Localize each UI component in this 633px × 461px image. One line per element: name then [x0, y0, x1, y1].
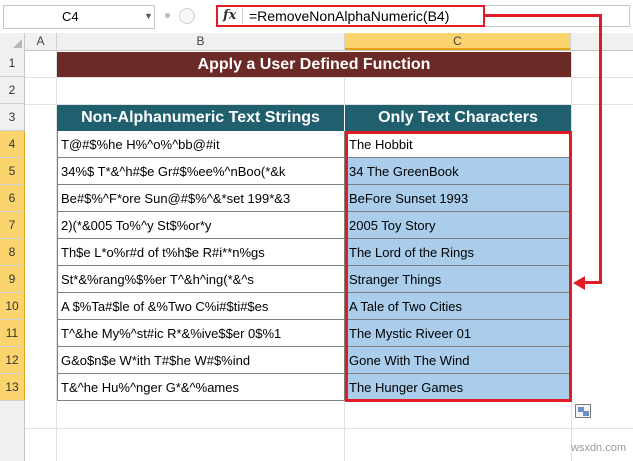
input-cell[interactable]: 2)(*&005 To%^y St$%or*y [57, 212, 345, 239]
input-cell[interactable]: T&^he Hu%^nger G*&^%ames [57, 374, 345, 401]
arrow-head-icon [573, 276, 585, 290]
input-cell[interactable]: T@#$%he H%^o%^bb@#it [57, 131, 345, 158]
row-header-12[interactable]: 12 [0, 347, 25, 374]
column-header-c[interactable]: C [345, 33, 571, 50]
name-box-value: C4 [62, 9, 79, 24]
row-header-13[interactable]: 13 [0, 374, 25, 401]
formula-text[interactable]: =RemoveNonAlphaNumeric(B4) [249, 8, 449, 24]
row-header-4[interactable]: 4 [0, 131, 25, 158]
input-cell[interactable]: G&o$n$e W*ith T#$he W#$%ind [57, 347, 345, 374]
result-cell[interactable]: Gone With The Wind [345, 347, 571, 374]
column-header-a[interactable]: A [25, 33, 57, 50]
table-header-input[interactable]: Non-Alphanumeric Text Strings [57, 105, 345, 131]
formula-bar: C4 ▼ fx =RemoveNonAlphaNumeric(B4) [0, 0, 633, 34]
table-header-output[interactable]: Only Text Characters [345, 105, 571, 131]
row-header-9[interactable]: 9 [0, 266, 25, 293]
input-cell[interactable]: Th$e L*o%r#d of t%h$e R#i**n%gs [57, 239, 345, 266]
row-header-3[interactable]: 3 [0, 104, 25, 131]
fx-icon[interactable]: fx [223, 8, 236, 23]
row-header-filler [0, 401, 25, 461]
row-header-10[interactable]: 10 [0, 293, 25, 320]
result-cell[interactable]: Stranger Things [345, 266, 571, 293]
column-header-b[interactable]: B [57, 33, 345, 50]
formula-bar-buttons [157, 5, 209, 27]
row-header-6[interactable]: 6 [0, 185, 25, 212]
row-header-8[interactable]: 8 [0, 239, 25, 266]
result-cell[interactable]: 2005 Toy Story [345, 212, 571, 239]
annotation-arrow-bottom [584, 281, 602, 284]
input-cell[interactable]: St*&%rang%$%er T^&h^ing(*&^s [57, 266, 345, 293]
circle-icon [179, 8, 195, 24]
result-cell[interactable]: BeFore Sunset 1993 [345, 185, 571, 212]
input-cell[interactable]: A $%Ta#$le of &%Two C%i#$ti#$es [57, 293, 345, 320]
result-cell[interactable]: The Lord of the Rings [345, 239, 571, 266]
row-header-11[interactable]: 11 [0, 320, 25, 347]
result-cell[interactable]: A Tale of Two Cities [345, 293, 571, 320]
column-headers: A B C [0, 33, 633, 51]
quick-analysis-icon[interactable] [575, 404, 591, 418]
row-header-1[interactable]: 1 [0, 50, 25, 77]
row-header-5[interactable]: 5 [0, 158, 25, 185]
input-cell[interactable]: T^&he My%^st#ic R*&%ive$$er 0$%1 [57, 320, 345, 347]
result-cell-active[interactable]: The Hobbit [345, 131, 571, 158]
result-cell[interactable]: The Mystic Riveer 01 [345, 320, 571, 347]
chevron-down-icon[interactable]: ▼ [144, 11, 153, 21]
result-cell[interactable]: The Hunger Games [345, 374, 571, 401]
name-box[interactable]: C4 ▼ [3, 5, 155, 29]
row-header-2[interactable]: 2 [0, 77, 25, 104]
row-header-7[interactable]: 7 [0, 212, 25, 239]
formula-input-highlighted[interactable]: fx =RemoveNonAlphaNumeric(B4) [216, 5, 485, 27]
input-cell[interactable]: Be#$%^F*ore Sun@#$%^&*set 199*&3 [57, 185, 345, 212]
annotation-arrow-vertical [599, 14, 602, 284]
annotation-arrow-top [485, 14, 602, 17]
result-cell[interactable]: 34 The GreenBook [345, 158, 571, 185]
watermark: wsxdn.com [571, 442, 627, 454]
sheet-title[interactable]: Apply a User Defined Function [57, 52, 571, 77]
input-cell[interactable]: 34%$ T*&^h#$e Gr#$%ee%^nBoo(*&k [57, 158, 345, 185]
dots-icon [165, 13, 170, 18]
select-all-corner[interactable] [0, 33, 25, 50]
